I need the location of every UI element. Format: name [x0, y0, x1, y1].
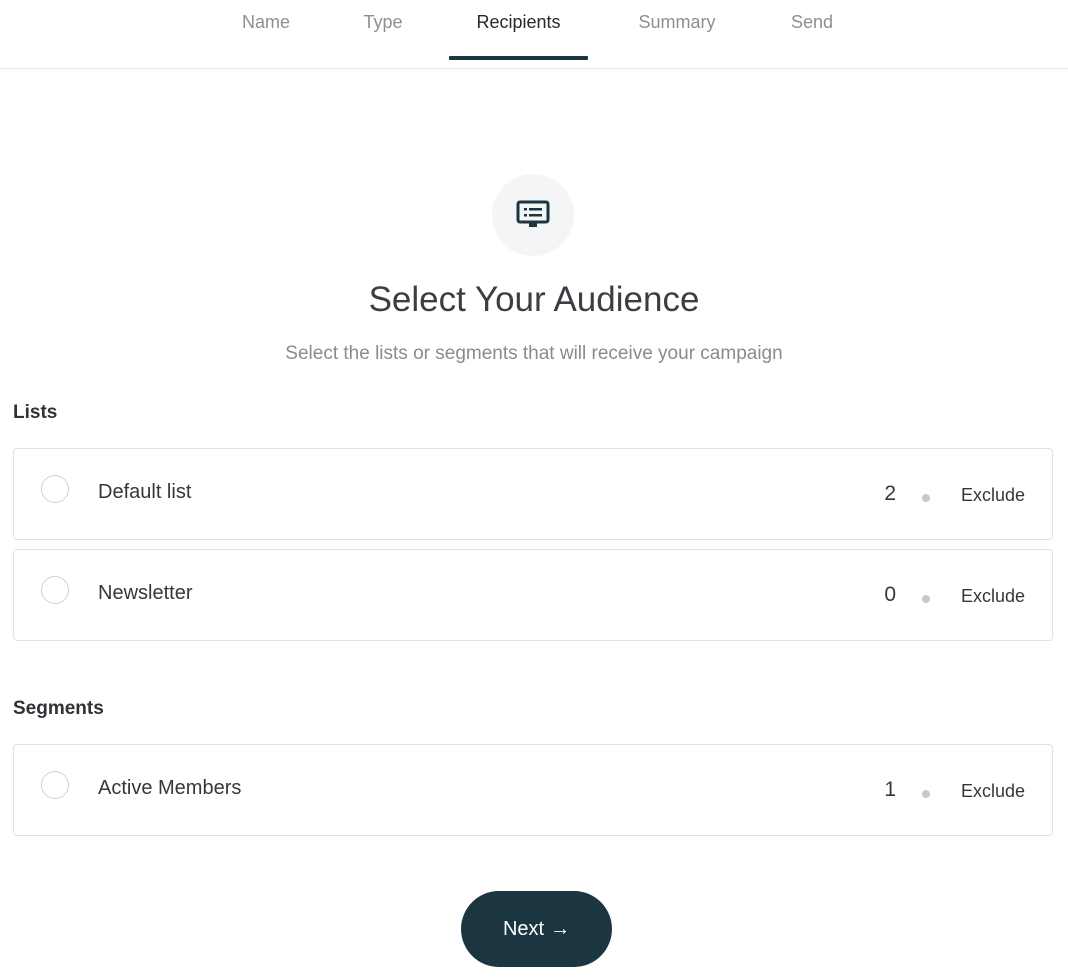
exclude-toggle[interactable]: Exclude [961, 781, 1025, 802]
page-subtitle: Select the lists or segments that will r… [285, 343, 783, 364]
tab-label: Summary [638, 12, 716, 32]
lists-heading: Lists [13, 402, 58, 423]
separator-dot-icon [922, 494, 930, 502]
exclude-toggle[interactable]: Exclude [961, 485, 1025, 506]
segment-item-active-members[interactable]: Active Members 1 Exclude [13, 744, 1053, 836]
page-title: Select Your Audience [368, 280, 700, 319]
select-radio[interactable] [41, 771, 69, 799]
segment-item-label: Active Members [98, 777, 242, 799]
next-button[interactable]: Next → [461, 891, 612, 967]
list-item-label: Default list [98, 481, 192, 503]
subscriber-count: 2 [884, 482, 896, 505]
step-tabs: Name Type Recipients Summary Send [0, 0, 1068, 69]
select-radio[interactable] [41, 576, 69, 604]
tab-label: Type [363, 12, 403, 32]
list-icon [516, 200, 550, 227]
select-radio[interactable] [41, 475, 69, 503]
tab-summary[interactable]: Summary [626, 0, 728, 69]
list-item-label: Newsletter [98, 582, 193, 604]
list-item-newsletter[interactable]: Newsletter 0 Exclude [13, 549, 1053, 641]
tab-send[interactable]: Send [778, 0, 846, 69]
list-item-default-list[interactable]: Default list 2 Exclude [13, 448, 1053, 540]
tab-name[interactable]: Name [226, 0, 306, 69]
arrow-right-icon: → [550, 917, 571, 940]
tab-label: Send [790, 12, 834, 32]
member-count: 1 [884, 778, 896, 801]
separator-dot-icon [922, 790, 930, 798]
list-icon-badge [492, 174, 574, 256]
tab-label: Name [241, 12, 290, 32]
segments-heading: Segments [13, 698, 104, 719]
tab-type[interactable]: Type [346, 0, 420, 69]
separator-dot-icon [922, 595, 930, 603]
exclude-toggle[interactable]: Exclude [961, 586, 1025, 607]
next-button-label: Next [502, 917, 545, 940]
tab-label: Recipients [476, 12, 561, 32]
tab-recipients[interactable]: Recipients [449, 0, 588, 69]
subscriber-count: 0 [884, 583, 896, 606]
